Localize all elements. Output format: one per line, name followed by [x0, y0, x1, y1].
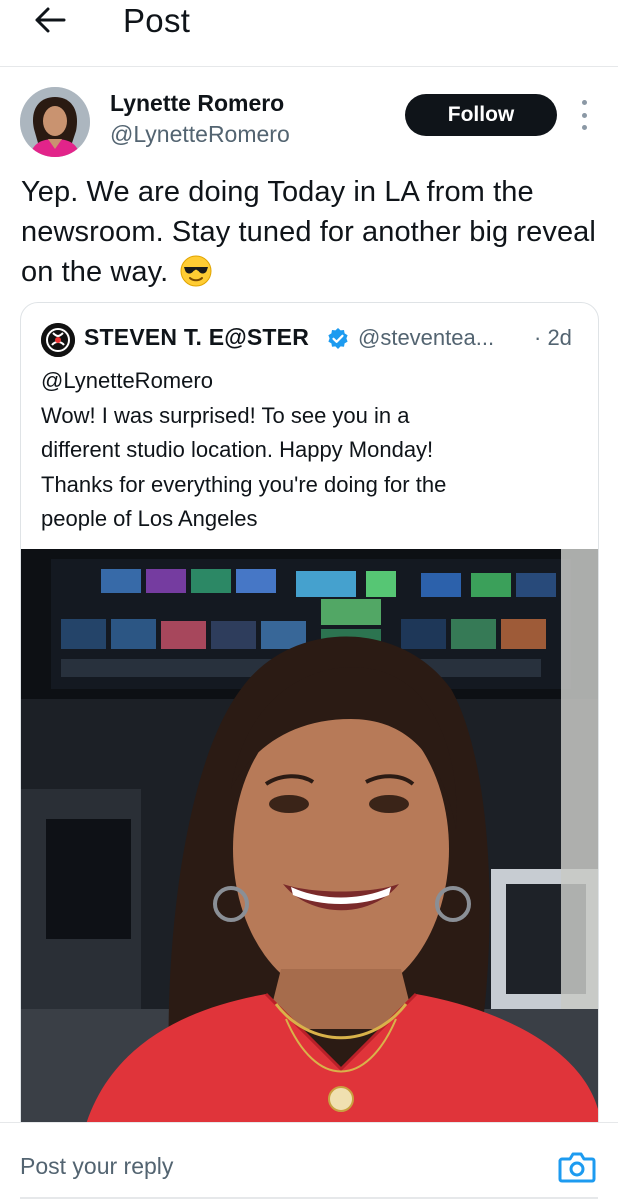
quoted-post[interactable]: STEVEN T. E@STER @steventea... · 2d @Lyn… [20, 302, 599, 1144]
back-button[interactable] [30, 4, 70, 36]
quoted-author-handle: @steventea... [358, 325, 495, 350]
top-header: Post [0, 0, 618, 67]
arrow-left-icon [35, 7, 66, 33]
camera-button[interactable] [558, 1150, 596, 1184]
quoted-text-line: Thanks for everything you're doing for t… [41, 471, 447, 497]
reply-divider [20, 1197, 598, 1199]
camera-icon [558, 1152, 596, 1183]
quoted-text-line: people of Los Angeles [41, 506, 258, 531]
quoted-text-line: different studio location. Happy Monday! [41, 437, 434, 462]
page-title: Post [123, 2, 191, 39]
more-dot-icon [581, 112, 587, 118]
more-dot-icon [581, 100, 587, 105]
quoted-post-image[interactable] [21, 549, 598, 1143]
sunglasses-emoji-icon [180, 255, 212, 287]
quoted-author-name: STEVEN T. E@STER [84, 324, 310, 350]
author-name[interactable]: Lynette Romero [110, 90, 284, 117]
reply-bar: Post your reply [0, 1122, 618, 1200]
author-avatar[interactable] [20, 87, 90, 157]
follow-button[interactable]: Follow [405, 94, 557, 136]
more-options-button[interactable] [574, 100, 594, 130]
quoted-post-time: · 2d [534, 325, 572, 350]
quoted-post-text: @LynetteRomero Wow! I was surprised! To … [41, 364, 586, 537]
author-handle[interactable]: @LynetteRomero [110, 121, 290, 148]
reply-input[interactable]: Post your reply [20, 1153, 173, 1180]
verified-badge-icon [328, 328, 348, 349]
post-text: Yep. We are doing Today in LA from the n… [21, 172, 601, 292]
quoted-author-avatar [41, 323, 75, 357]
post-text-content: Yep. We are doing Today in LA from the n… [21, 176, 596, 288]
quoted-text-line: @LynetteRomero [41, 368, 213, 393]
quoted-text-line: Wow! I was surprised! To see you in a [41, 402, 410, 428]
more-dot-icon [581, 125, 587, 130]
post-page: Post Lynette Romero @LynetteRomero Follo… [0, 0, 618, 1200]
